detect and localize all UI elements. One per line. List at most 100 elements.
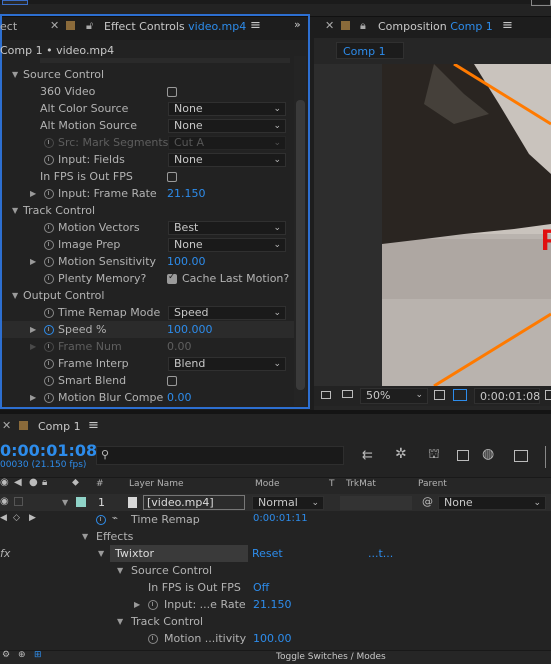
time-remap-stopwatch-icon[interactable] bbox=[96, 515, 106, 525]
region-icon[interactable] bbox=[453, 389, 467, 401]
image-prep-dropdown[interactable]: None ⌄ bbox=[168, 238, 286, 252]
output-control-toggle[interactable]: ▼ bbox=[12, 291, 18, 300]
stopwatch-icon[interactable] bbox=[44, 189, 54, 199]
timeline-tab-grip-icon[interactable] bbox=[19, 421, 28, 430]
keyframe-prev-icon[interactable]: ◀ bbox=[0, 513, 7, 523]
time-remap-mode-dropdown[interactable]: Speed ⌄ bbox=[168, 306, 286, 320]
bottom-icon-b[interactable]: ⊕ bbox=[18, 650, 26, 660]
panel-menu-icon[interactable]: ≡ bbox=[250, 18, 261, 33]
trkmat-dropdown[interactable] bbox=[340, 496, 412, 510]
comp-tab-grip-icon[interactable] bbox=[341, 21, 350, 30]
motion-blur-value[interactable]: 0.00 bbox=[167, 391, 192, 404]
toggle-switches-modes[interactable]: Toggle Switches / Modes bbox=[276, 652, 386, 662]
expand-triangle-icon[interactable]: ▶ bbox=[30, 393, 36, 402]
solo-icon[interactable]: ● bbox=[29, 477, 38, 488]
tl-source-control-toggle[interactable]: ▼ bbox=[117, 566, 123, 575]
stopwatch-icon[interactable] bbox=[44, 376, 54, 386]
timeline-close-icon[interactable]: ✕ bbox=[2, 419, 11, 432]
motion-sens-value[interactable]: 100.00 bbox=[167, 255, 206, 268]
fx-label[interactable]: fx bbox=[0, 547, 10, 560]
input-frame-rate-value[interactable]: 21.150 bbox=[167, 187, 206, 200]
col-hash[interactable]: # bbox=[96, 479, 104, 489]
tl-track-control-toggle[interactable]: ▼ bbox=[117, 617, 123, 626]
expand-chevron-icon[interactable]: » bbox=[294, 18, 301, 31]
stopwatch-icon[interactable] bbox=[148, 600, 158, 610]
eye-icon[interactable]: ◉ bbox=[0, 477, 9, 488]
comp-flowchart-icon[interactable]: ⇇ bbox=[362, 448, 373, 463]
stopwatch-icon[interactable] bbox=[44, 308, 54, 318]
layer-expand-toggle[interactable]: ▼ bbox=[62, 498, 68, 507]
pickwhip-icon[interactable]: @ bbox=[422, 495, 433, 508]
camera-icon[interactable] bbox=[545, 390, 551, 400]
in-fps-checkbox[interactable] bbox=[167, 172, 177, 182]
track-control-toggle[interactable]: ▼ bbox=[12, 206, 18, 215]
comp-expand-icon[interactable] bbox=[531, 0, 551, 6]
alt-color-dropdown[interactable]: None ⌄ bbox=[168, 102, 286, 116]
layer-mode-dropdown[interactable]: Normal ⌄ bbox=[252, 496, 324, 510]
snapshot-icon[interactable] bbox=[321, 391, 331, 399]
tab-grip-icon[interactable] bbox=[66, 21, 75, 30]
col-layer-name[interactable]: Layer Name bbox=[129, 479, 184, 489]
smart-blend-checkbox[interactable] bbox=[167, 376, 177, 386]
visibility-eye-icon[interactable]: ◉ bbox=[0, 496, 9, 507]
timeline-tab-label[interactable]: Comp 1 bbox=[38, 420, 81, 433]
bottom-icon-a[interactable]: ⚙ bbox=[2, 650, 10, 660]
comp-close-icon[interactable]: ✕ bbox=[325, 19, 334, 32]
toolbar-icon[interactable] bbox=[2, 0, 28, 5]
label-tag-icon[interactable]: ⬥ bbox=[72, 477, 79, 488]
fit-icon[interactable] bbox=[434, 390, 445, 400]
audio-toggle[interactable] bbox=[14, 497, 23, 506]
tab-effect-controls[interactable]: Effect Controls video.mp4 bbox=[104, 20, 246, 33]
tl-motion-sens-value[interactable]: 100.00 bbox=[253, 632, 292, 645]
motion-vectors-dropdown[interactable]: Best ⌄ bbox=[168, 221, 286, 235]
expand-triangle-icon[interactable]: ▶ bbox=[30, 257, 36, 266]
frame-interp-dropdown[interactable]: Blend ⌄ bbox=[168, 357, 286, 371]
col-trkmat[interactable]: TrkMat bbox=[346, 479, 376, 489]
frame-blending-icon[interactable] bbox=[457, 450, 469, 461]
time-remap-value[interactable]: 0:00:01:11 bbox=[253, 513, 308, 524]
comp-lock-icon[interactable]: 🔒︎ bbox=[360, 19, 366, 33]
stopwatch-active-icon[interactable] bbox=[44, 325, 54, 335]
keyframe-add-icon[interactable]: ◇ bbox=[13, 513, 20, 523]
keyframe-next-icon[interactable]: ▶ bbox=[29, 513, 36, 523]
tl-input-rate-value[interactable]: 21.150 bbox=[253, 598, 292, 611]
twixtor-options[interactable]: ...t... bbox=[368, 547, 393, 560]
comp-viewer[interactable]: F bbox=[314, 64, 551, 386]
lock-icon[interactable]: 🔒︎ bbox=[42, 477, 47, 488]
stopwatch-icon[interactable] bbox=[148, 634, 158, 644]
lock-icon[interactable]: 🔓︎ bbox=[86, 19, 93, 33]
stopwatch-icon[interactable] bbox=[44, 223, 54, 233]
stopwatch-icon[interactable] bbox=[44, 359, 54, 369]
audio-icon[interactable]: ◀ bbox=[14, 477, 22, 488]
twixtor-reset[interactable]: Reset bbox=[252, 547, 283, 560]
close-icon[interactable]: ✕ bbox=[50, 19, 59, 32]
col-mode[interactable]: Mode bbox=[255, 479, 280, 489]
timeline-menu-icon[interactable]: ≡ bbox=[88, 418, 99, 433]
draft-3d-icon[interactable]: ✲ bbox=[395, 446, 407, 462]
monitor-icon[interactable] bbox=[342, 390, 353, 398]
graph-editor-icon[interactable] bbox=[514, 450, 528, 462]
col-t[interactable]: T bbox=[329, 479, 335, 489]
alt-motion-dropdown[interactable]: None ⌄ bbox=[168, 119, 286, 133]
motion-blur-icon[interactable]: ◍ bbox=[482, 446, 494, 462]
tab-composition[interactable]: Composition Comp 1 bbox=[378, 20, 493, 33]
tab-partial-label[interactable]: ect bbox=[0, 20, 17, 33]
timeline-ruler-start[interactable] bbox=[545, 446, 551, 468]
twixtor-toggle[interactable]: ▼ bbox=[98, 549, 104, 558]
zoom-dropdown[interactable]: 50% ⌄ bbox=[360, 388, 428, 404]
stopwatch-icon[interactable] bbox=[44, 393, 54, 403]
expand-triangle-icon[interactable]: ▶ bbox=[134, 600, 140, 609]
shy-layers-icon[interactable]: ⛫ bbox=[428, 447, 440, 464]
expand-triangle-icon[interactable]: ▶ bbox=[30, 189, 36, 198]
effect-controls-scrollbar-thumb[interactable] bbox=[296, 100, 305, 390]
source-control-toggle[interactable]: ▼ bbox=[12, 70, 18, 79]
expand-triangle-icon[interactable]: ▶ bbox=[30, 325, 36, 334]
graph-icon[interactable]: ⌁ bbox=[112, 513, 118, 524]
bottom-icon-c[interactable]: ⊞ bbox=[34, 650, 42, 660]
col-parent[interactable]: Parent bbox=[418, 479, 447, 489]
stopwatch-icon[interactable] bbox=[44, 138, 54, 148]
layer-parent-dropdown[interactable]: None ⌄ bbox=[438, 496, 546, 510]
v360-checkbox[interactable] bbox=[167, 87, 177, 97]
effects-toggle[interactable]: ▼ bbox=[82, 532, 88, 541]
expand-triangle-icon[interactable]: ▶ bbox=[30, 342, 36, 351]
